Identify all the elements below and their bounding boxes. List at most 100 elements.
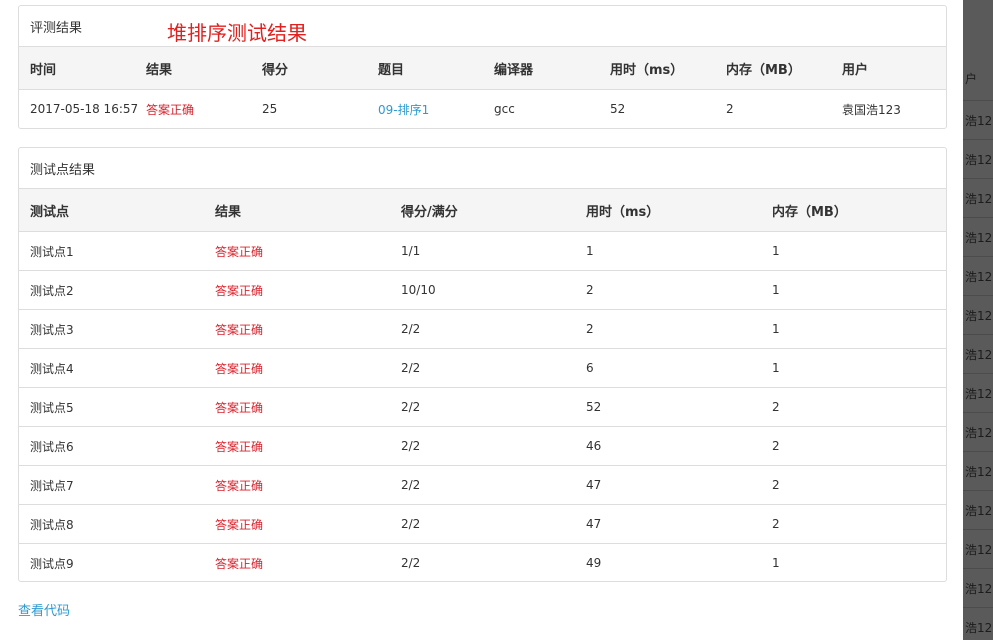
testcase-score: 2/2 <box>390 309 575 349</box>
background-row-fragment: 浩123 <box>965 348 993 362</box>
column-header-memory: 内存（MB） <box>715 47 831 90</box>
column-header-compiler: 编译器 <box>483 47 599 90</box>
background-page-strip: 户 浩123 浩123 浩123 浩123 浩123 浩123 浩123 浩123 浩123 浩1… <box>963 0 993 640</box>
judge-result-table: 时间 结果 得分 题目 编译器 用时（ms） 内存（MB） 用户 2017-05… <box>19 47 946 128</box>
testcase-name: 测试点4 <box>19 348 204 388</box>
column-header-result: 结果 <box>204 189 390 232</box>
background-row-fragment: 浩123 <box>965 114 993 128</box>
testcase-memory: 1 <box>761 348 946 388</box>
testcase-time: 6 <box>575 348 761 388</box>
background-header-fragment: 户 <box>965 72 978 86</box>
testcase-name: 测试点1 <box>30 244 74 259</box>
testcase-result: 答案正确 <box>204 387 390 427</box>
background-row-divider <box>963 139 993 140</box>
testcase-result: 答案正确 <box>204 426 390 466</box>
testcase-result-table: 测试点 结果 得分/满分 用时（ms） 内存（MB） 测试点1 答案正确 1/1… <box>19 189 946 582</box>
testcase-time: 47 <box>575 504 761 544</box>
background-row-fragment: 浩123 <box>965 543 993 557</box>
column-header-memory: 内存（MB） <box>761 189 946 232</box>
table-row: 测试点5 答案正确 2/2 52 2 <box>19 387 946 427</box>
background-row-fragment: 浩123 <box>965 465 993 479</box>
problem-link[interactable]: 09-排序1 <box>367 90 483 129</box>
testcase-time: 2 <box>575 309 761 349</box>
testcase-score: 1/1 <box>401 244 421 258</box>
testcase-memory: 1 <box>772 244 780 258</box>
testcase-name: 测试点3 <box>19 309 204 349</box>
table-row: 测试点7 答案正确 2/2 47 2 <box>19 465 946 505</box>
background-row-divider <box>963 451 993 452</box>
background-row-fragment: 浩123 <box>965 231 993 245</box>
table-row: 2017-05-18 16:57 答案正确 25 09-排序1 gcc 52 2… <box>19 90 946 129</box>
testcase-score: 10/10 <box>390 270 575 310</box>
submit-time: 2017-05-18 16:57 <box>30 102 139 116</box>
user-value: 袁国浩123 <box>842 102 901 117</box>
score-value: 25 <box>262 102 278 116</box>
column-header-result: 结果 <box>135 47 251 90</box>
judge-result-heading: 评测结果 堆排序测试结果 <box>19 6 946 47</box>
judge-result-panel: 评测结果 堆排序测试结果 时间 结果 得分 题目 编译器 用时（ms） 内存（M… <box>18 5 947 129</box>
testcase-name: 测试点5 <box>19 387 204 427</box>
testcase-name: 测试点2 <box>19 270 204 310</box>
testcase-memory: 2 <box>761 387 946 427</box>
testcase-memory: 1 <box>761 270 946 310</box>
compiler-value: gcc <box>494 102 515 116</box>
testcase-name: 测试点9 <box>19 543 204 582</box>
testcase-memory: 2 <box>761 504 946 544</box>
background-row-fragment: 浩123 <box>965 309 993 323</box>
view-code-link[interactable]: 查看代码 <box>18 600 70 619</box>
testcase-result: 答案正确 <box>204 504 390 544</box>
testcase-result: 答案正确 <box>204 270 390 310</box>
testcase-time: 46 <box>575 426 761 466</box>
testcase-score: 2/2 <box>390 504 575 544</box>
background-row-divider <box>963 100 993 101</box>
table-row: 测试点6 答案正确 2/2 46 2 <box>19 426 946 466</box>
background-row-divider <box>963 607 993 608</box>
testcase-result: 答案正确 <box>204 543 390 582</box>
table-row: 测试点1 答案正确 1/1 1 1 <box>19 232 946 271</box>
time-ms-value: 52 <box>610 102 626 116</box>
testcase-time: 2 <box>575 270 761 310</box>
table-row: 测试点4 答案正确 2/2 6 1 <box>19 348 946 388</box>
background-row-fragment: 浩123 <box>965 582 993 596</box>
background-row-divider <box>963 568 993 569</box>
background-row-fragment: 浩123 <box>965 504 993 518</box>
testcase-name: 测试点8 <box>19 504 204 544</box>
result-status: 答案正确 <box>146 102 195 117</box>
testcase-time: 49 <box>575 543 761 582</box>
column-header-user: 用户 <box>831 47 946 90</box>
testcase-memory: 1 <box>761 309 946 349</box>
testcase-result-panel: 测试点结果 测试点 结果 得分/满分 用时（ms） 内存（MB） 测试点1 答案… <box>18 147 947 582</box>
judge-result-header-row: 时间 结果 得分 题目 编译器 用时（ms） 内存（MB） 用户 <box>19 47 946 90</box>
table-row: 测试点8 答案正确 2/2 47 2 <box>19 504 946 544</box>
testcase-time: 47 <box>575 465 761 505</box>
column-header-problem: 题目 <box>367 47 483 90</box>
testcase-result: 答案正确 <box>204 465 390 505</box>
table-row: 测试点2 答案正确 10/10 2 1 <box>19 270 946 310</box>
background-row-divider <box>963 334 993 335</box>
testcase-memory: 2 <box>761 426 946 466</box>
background-row-divider <box>963 490 993 491</box>
testcase-result: 答案正确 <box>215 244 264 259</box>
column-header-testcase: 测试点 <box>19 189 204 232</box>
testcase-score: 2/2 <box>390 465 575 505</box>
column-header-score-full: 得分/满分 <box>390 189 575 232</box>
testcase-header-row: 测试点 结果 得分/满分 用时（ms） 内存（MB） <box>19 189 946 232</box>
background-row-fragment: 浩123 <box>965 270 993 284</box>
testcase-name: 测试点6 <box>19 426 204 466</box>
column-header-time-ms: 用时（ms） <box>599 47 715 90</box>
column-header-score: 得分 <box>251 47 367 90</box>
testcase-result-heading: 测试点结果 <box>19 148 946 189</box>
background-row-divider <box>963 412 993 413</box>
testcase-memory: 2 <box>761 465 946 505</box>
judge-result-title: 评测结果 <box>30 20 83 36</box>
column-header-time: 时间 <box>19 47 135 90</box>
testcase-memory: 1 <box>761 543 946 582</box>
column-header-time-ms: 用时（ms） <box>575 189 761 232</box>
background-row-fragment: 浩123 <box>965 621 993 635</box>
testcase-result-title: 测试点结果 <box>30 162 96 178</box>
background-row-fragment: 浩123 <box>965 153 993 167</box>
memory-value: 2 <box>726 102 734 116</box>
heap-sort-annotation: 堆排序测试结果 <box>167 21 307 45</box>
background-row-divider <box>963 295 993 296</box>
testcase-name: 测试点7 <box>19 465 204 505</box>
